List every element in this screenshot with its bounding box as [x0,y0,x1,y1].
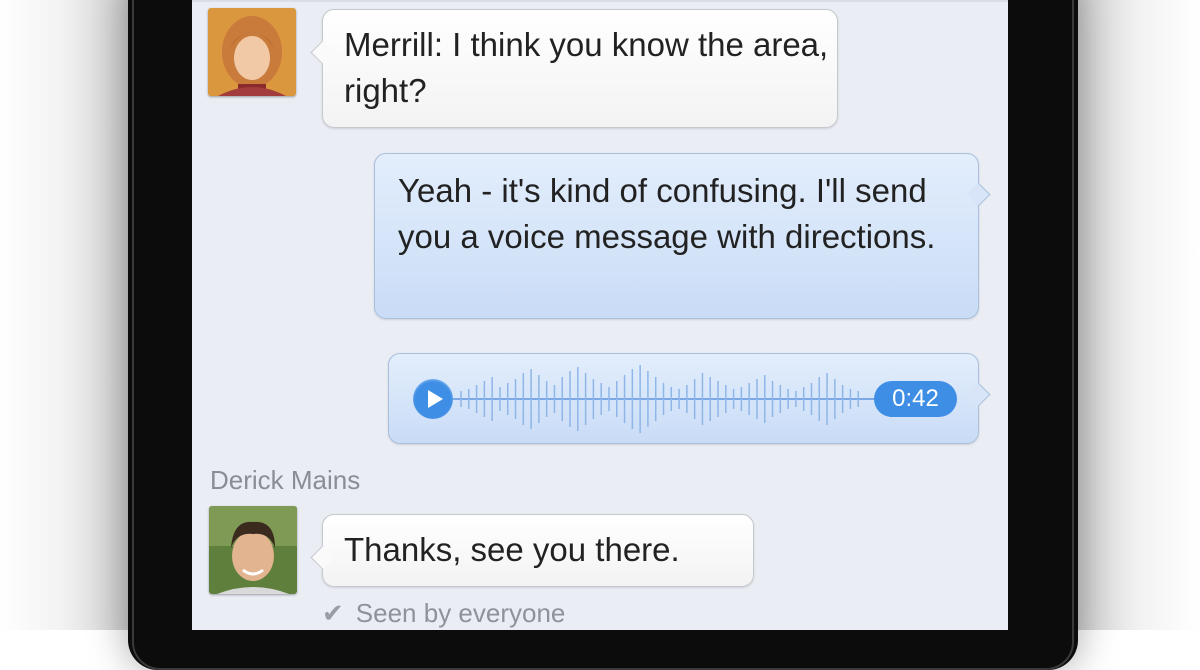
check-icon: ✔ [322,598,344,628]
message-bubble-outgoing[interactable]: Yeah - it's kind of confusing. I'll send… [374,153,991,319]
sender-name: Derick Mains [210,465,361,495]
background-shadow-right [1070,0,1200,630]
bubble-tail [966,182,991,207]
merrill-avatar[interactable] [208,8,296,96]
bubble-tail [310,40,335,65]
bubble-tail [966,382,991,407]
background-shadow-left [0,0,140,630]
voice-message-bubble[interactable]: 0:42 [388,353,991,444]
message-bubble-incoming[interactable]: Merrill: I think you know the area, righ… [310,9,838,128]
play-icon[interactable] [413,379,453,419]
screen-divider [192,0,1008,2]
derick-mains-avatar[interactable] [209,506,297,594]
waveform-icon[interactable] [453,364,883,434]
chat-screen[interactable]: Merrill: I think you know the area, righ… [192,0,1008,630]
message-text: Yeah - it's kind of confusing. I'll send… [398,172,936,255]
read-receipt: ✔ Seen by everyone [322,598,565,629]
message-text: Merrill: I think you know the area, righ… [344,26,829,109]
bubble-tail [310,545,335,570]
voice-duration-badge: 0:42 [874,381,957,417]
seen-status-text: Seen by everyone [355,598,566,628]
message-bubble-incoming[interactable]: Thanks, see you there. [310,514,754,587]
message-text: Thanks, see you there. [344,531,680,568]
